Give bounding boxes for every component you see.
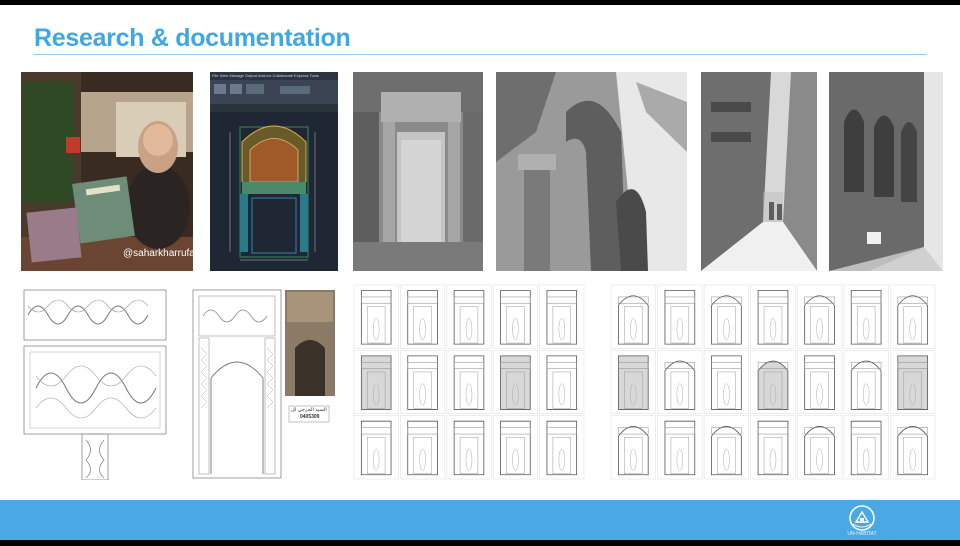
door-elevation-drawing: [446, 415, 492, 480]
door-elevation-drawing: [610, 415, 656, 480]
door-elevation-drawing: [843, 415, 889, 480]
cad-menu-addins: Add-ins: [257, 73, 272, 78]
cad-menu-collaborate: Collaborate: [272, 73, 293, 78]
photo-researcher-with-books: @saharkharrufa: [21, 72, 193, 271]
door-elevation-drawing: [492, 350, 538, 414]
doorway-label-arabic: السيد الجرجي لل: [291, 407, 327, 413]
door-elevation-drawing: [796, 284, 843, 349]
logo-caption: UN-HABITAT: [847, 531, 877, 537]
door-elevation-drawing: [446, 350, 492, 414]
photo-arcade-street: [829, 72, 943, 271]
door-elevation-drawing: [353, 284, 399, 349]
photo-old-street: [701, 72, 817, 271]
door-elevation-drawing: [843, 350, 889, 414]
door-elevation-drawing: [400, 350, 446, 414]
door-elevation-drawing: [400, 284, 446, 349]
door-elevation-drawing: [539, 284, 585, 349]
un-habitat-logo-icon: [848, 504, 876, 534]
cad-menu-view: View: [219, 73, 229, 78]
door-elevation-drawing: [890, 350, 936, 414]
door-elevation-drawing: [796, 415, 843, 480]
door-elevation-drawing: [703, 284, 750, 349]
door-typology-grid-2: [610, 284, 936, 480]
slide-title: Research & documentation: [34, 24, 351, 52]
drawing-carved-ornament: [22, 288, 168, 480]
door-elevation-drawing: [446, 284, 492, 349]
door-elevation-drawing: [492, 284, 538, 349]
door-elevation-drawing: [353, 350, 399, 414]
door-elevation-drawing: [703, 350, 750, 414]
slide-footer-band: [0, 500, 960, 540]
door-elevation-drawing: [353, 415, 399, 480]
doorway-label-code: 0405309: [300, 414, 320, 420]
photo-caption: @saharkharrufa: [123, 248, 193, 259]
presentation-slide: Research & documentation @saharkharrufa: [0, 0, 960, 546]
door-elevation-drawing: [657, 350, 703, 414]
photo-stone-doorway: [353, 72, 483, 271]
drawing-doorway-with-photo: السيد الجرجي لل 0405309: [191, 288, 338, 480]
door-elevation-drawing: [750, 284, 796, 349]
door-elevation-drawing: [492, 415, 538, 480]
cad-menubar: File View Manage Output Add-ins Collabor…: [212, 73, 319, 78]
door-elevation-drawing: [610, 350, 656, 414]
door-elevation-drawing: [400, 415, 446, 480]
photo-arched-facade: [496, 72, 687, 271]
title-divider: [34, 54, 926, 55]
door-elevation-drawing: [539, 350, 585, 414]
cad-drawing-doorway: File View Manage Output Add-ins Collabor…: [210, 72, 338, 271]
door-elevation-drawing: [657, 415, 703, 480]
cad-menu-file: File: [212, 73, 219, 78]
cad-menu-express-tools: Express Tools: [294, 73, 319, 78]
door-elevation-drawing: [843, 284, 889, 349]
door-elevation-drawing: [610, 284, 656, 349]
door-elevation-drawing: [890, 284, 936, 349]
cad-menu-output: Output: [244, 73, 257, 78]
door-elevation-drawing: [657, 284, 703, 349]
door-elevation-drawing: [796, 350, 843, 414]
cad-menu-manage: Manage: [229, 73, 244, 78]
door-elevation-drawing: [750, 350, 796, 414]
door-typology-grid-1: [353, 284, 585, 480]
door-elevation-drawing: [539, 415, 585, 480]
door-elevation-drawing: [750, 415, 796, 480]
screen-top-bar: [0, 0, 960, 5]
door-elevation-drawing: [890, 415, 936, 480]
door-elevation-drawing: [703, 415, 750, 480]
screen-bottom-bar: [0, 540, 960, 546]
